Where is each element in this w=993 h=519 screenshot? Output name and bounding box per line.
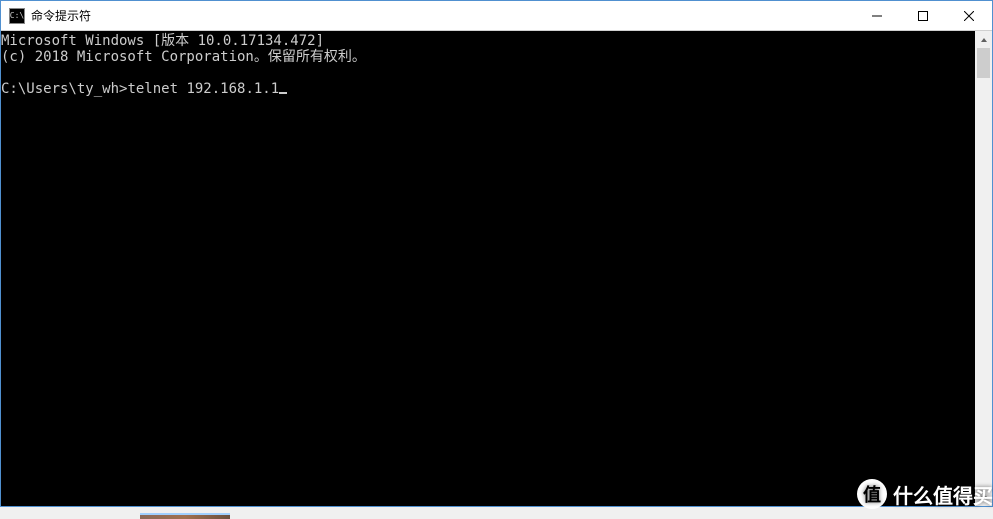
scrollbar-track[interactable] (975, 48, 992, 489)
cmd-icon: C:\ (9, 8, 25, 24)
window-title: 命令提示符 (31, 7, 854, 24)
terminal-line: (c) 2018 Microsoft Corporation。保留所有权利。 (1, 49, 366, 65)
maximize-button[interactable] (900, 1, 946, 30)
minimize-button[interactable] (854, 1, 900, 30)
prompt: C:\Users\ty_wh> (1, 81, 127, 97)
watermark-badge-icon: 值 (857, 479, 887, 509)
terminal-prompt-line: C:\Users\ty_wh>telnet 192.168.1.1 (1, 81, 287, 97)
vertical-scrollbar[interactable] (975, 31, 992, 506)
command-prompt-window: C:\ 命令提示符 Microsoft Windows [版本 10.0.171… (0, 0, 993, 507)
titlebar[interactable]: C:\ 命令提示符 (1, 1, 992, 31)
terminal-area: Microsoft Windows [版本 10.0.17134.472] (c… (1, 31, 992, 506)
watermark-text: 什么值得买 (893, 480, 993, 509)
terminal-line: Microsoft Windows [版本 10.0.17134.472] (1, 33, 324, 49)
terminal-output[interactable]: Microsoft Windows [版本 10.0.17134.472] (c… (1, 31, 975, 506)
scrollbar-thumb[interactable] (977, 48, 990, 78)
watermark: 值 什么值得买 (857, 479, 993, 509)
taskbar-fragment (140, 513, 230, 519)
window-controls (854, 1, 992, 30)
close-button[interactable] (946, 1, 992, 30)
cursor (279, 92, 287, 94)
scroll-up-button[interactable] (975, 31, 992, 48)
command-input[interactable]: telnet 192.168.1.1 (127, 81, 279, 97)
